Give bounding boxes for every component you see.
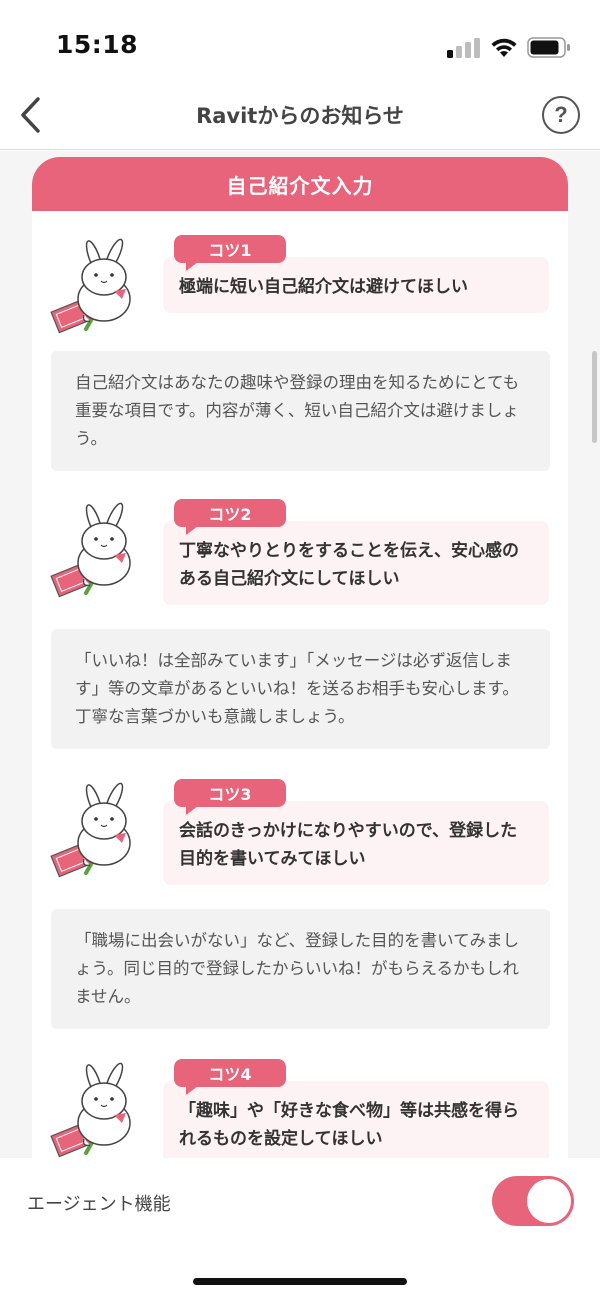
rabbit-illustration [50, 502, 131, 598]
tip-row: コツ2 丁寧なやりとりをすることを伝え、安心感のある自己紹介文にしてほしい [48, 499, 552, 605]
tip-description: 「いいね！は全部みています」「メッセージは必ず返信します」等の文章があるといいね… [51, 629, 550, 749]
wifi-icon [491, 38, 517, 57]
rabbit-illustration [50, 1062, 131, 1158]
tip-badge: コツ2 [174, 499, 286, 535]
rabbit-illustration [50, 238, 131, 334]
tip-badge: コツ1 [174, 235, 286, 271]
tip-description: 「職場に出会いがない」など、登録した目的を書いてみましょう。同じ目的で登録したか… [51, 909, 550, 1029]
content-area[interactable]: 自己紹介文入力 コツ1 極端に短い自己紹介文は避けてほしい 自己紹介文はあなたの… [0, 151, 600, 1158]
section-header: 自己紹介文入力 [32, 157, 568, 211]
navigation-bar: Ravitからのお知らせ ? [0, 80, 600, 150]
tip-title: 会話のきっかけになりやすいので、登録した目的を書いてみてほしい [163, 801, 549, 885]
toggle-knob [527, 1179, 571, 1223]
cellular-signal-icon [447, 38, 481, 58]
page-title: Ravitからのお知らせ [196, 104, 404, 128]
help-button[interactable]: ? [542, 96, 580, 134]
agent-feature-label: エージェント機能 [27, 1194, 171, 1215]
status-bar: 15:18 [0, 0, 600, 80]
tip-row: コツ4 「趣味」や「好きな食べ物」等は共感を得られるものを設定してほしい [48, 1059, 552, 1158]
tip-title: 「趣味」や「好きな食べ物」等は共感を得られるものを設定してほしい [163, 1081, 549, 1158]
status-time: 15:18 [56, 30, 139, 59]
tip-description: 自己紹介文はあなたの趣味や登録の理由を知るためにとても重要な項目です。内容が薄く… [51, 351, 550, 471]
tip-row: コツ1 極端に短い自己紹介文は避けてほしい [48, 235, 552, 334]
agent-toggle-bar: エージェント機能 [0, 1158, 600, 1299]
tip-title: 丁寧なやりとりをすることを伝え、安心感のある自己紹介文にしてほしい [163, 521, 549, 605]
home-indicator [193, 1278, 407, 1285]
tip-title: 極端に短い自己紹介文は避けてほしい [163, 257, 549, 313]
agent-feature-toggle[interactable] [492, 1176, 574, 1226]
scroll-indicator[interactable] [592, 351, 597, 443]
tip-badge: コツ3 [174, 779, 286, 815]
rabbit-illustration [50, 782, 131, 878]
battery-icon [527, 37, 570, 58]
tips-card: 自己紹介文入力 コツ1 極端に短い自己紹介文は避けてほしい 自己紹介文はあなたの… [32, 157, 568, 1158]
tip-badge: コツ4 [174, 1059, 286, 1095]
tip-row: コツ3 会話のきっかけになりやすいので、登録した目的を書いてみてほしい [48, 779, 552, 885]
question-icon: ? [554, 102, 568, 127]
